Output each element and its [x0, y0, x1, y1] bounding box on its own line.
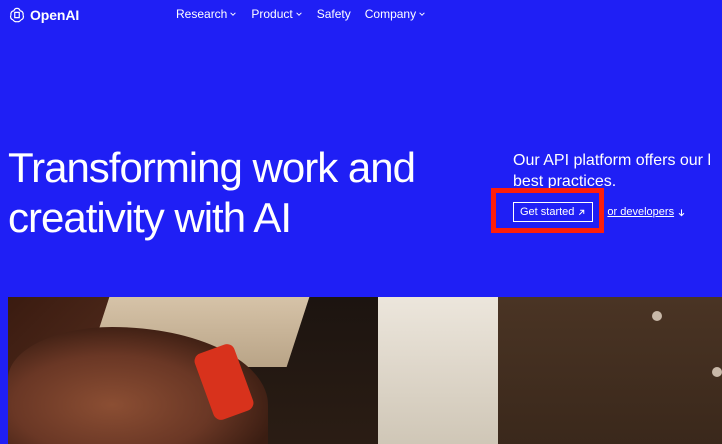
- menu-item-label: Company: [364, 7, 417, 21]
- shirt-button: [652, 311, 662, 321]
- chevron-down-icon: [295, 12, 302, 16]
- logo[interactable]: OpenAI: [8, 6, 79, 24]
- hero-actions: Get started or developers: [513, 202, 686, 222]
- menu-item-label: Product: [251, 7, 293, 21]
- arrow-up-right-icon: [579, 209, 585, 215]
- menu-item-research[interactable]: Research: [176, 7, 237, 21]
- hero-title-line-1: Transforming work and: [8, 144, 416, 191]
- main-menu: Research Product Safety Company: [176, 7, 426, 21]
- hero-side-panel: Our API platform offers our l best pract…: [513, 150, 722, 230]
- hero-title-line-2: creativity with AI: [8, 194, 292, 241]
- menu-item-product[interactable]: Product: [251, 7, 302, 21]
- for-developers-label: or developers: [607, 206, 675, 218]
- menu-item-label: Safety: [316, 7, 351, 21]
- hero-subtitle-line-2: best practices.: [513, 173, 617, 190]
- chevron-down-icon: [419, 12, 425, 16]
- openai-logo-icon: [9, 7, 25, 23]
- chevron-down-icon: [230, 12, 237, 16]
- shirt-button: [712, 367, 722, 377]
- photo-region-shirt: [378, 297, 498, 444]
- get-started-button[interactable]: Get started: [513, 202, 594, 222]
- menu-item-safety[interactable]: Safety: [317, 7, 351, 21]
- menu-item-label: Research: [176, 7, 228, 21]
- hero-image: [8, 297, 722, 444]
- menu-item-company[interactable]: Company: [365, 7, 426, 21]
- hero-subtitle-line-1: Our API platform offers our l: [513, 152, 712, 169]
- hero-title: Transforming work and creativity with AI: [8, 143, 488, 243]
- top-nav: OpenAI Research Product Safety Company: [0, 0, 722, 30]
- photo-region-right: [478, 297, 722, 444]
- arrow-down-icon: [678, 208, 685, 216]
- hero-subtitle: Our API platform offers our l best pract…: [513, 150, 722, 192]
- for-developers-link[interactable]: or developers: [607, 206, 686, 218]
- page: OpenAI Research Product Safety Company T…: [0, 0, 722, 444]
- get-started-label: Get started: [520, 206, 575, 218]
- logo-text: OpenAI: [30, 7, 80, 23]
